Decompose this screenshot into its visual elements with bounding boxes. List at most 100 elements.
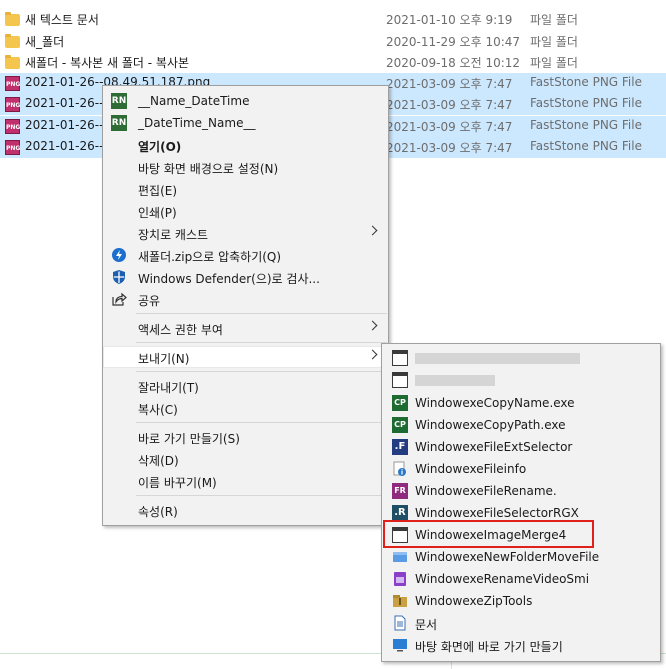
menu-item-rename[interactable]: 이름 바꾸기(M) [103,470,388,492]
menu-item-datetime-name[interactable]: RN _DateTime_Name__ [103,112,388,134]
file-row-folder-1[interactable]: 새 텍스트 문서 2021-01-10 오후 9:19 파일 폴더 [0,9,666,30]
file-row-folder-2[interactable]: 새_폴더 2020-11-29 오후 10:47 파일 폴더 [0,31,666,52]
menu-item-create-shortcut[interactable]: 바로 가기 만들기(S) [103,426,388,448]
file-info-icon [392,461,408,477]
file-name: 2021-01-26-- [25,118,104,132]
menu-item-label: 잘라내기(T) [138,381,199,395]
menu-item-label: 인쇄(P) [138,206,177,220]
folder-icon [5,55,20,69]
file-row-folder-3[interactable]: 새폴더 - 복사본 새 폴더 - 복사본 2020-09-18 오전 10:12… [0,52,666,73]
menu-item-label: 속성(R) [138,505,178,519]
window-icon [392,372,408,388]
menu-item-label: 새폴더.zip으로 압축하기(Q) [138,250,282,264]
file-type: FastStone PNG File [530,139,642,153]
rn-icon: RN [111,93,127,109]
send-to-submenu: CP WindowexeCopyName.exe CP WindowexeCop… [381,343,661,662]
file-type: 파일 폴더 [530,35,578,49]
send-to-item-documents[interactable]: 문서 [382,612,660,634]
menu-separator [136,495,387,496]
menu-item-label: 바로 가기 만들기(S) [138,432,240,446]
send-to-item-desktop-shortcut[interactable]: 바탕 화면에 바로 가기 만들기 [382,634,660,656]
file-selector-icon: .R [392,505,408,521]
send-to-item-label: WindowexeNewFolderMoveFile [415,550,600,564]
menu-item-grant-access[interactable]: 액세스 권한 부여 [103,317,388,339]
png-file-icon: PNG [5,140,20,155]
menu-item-label: 장치로 캐스트 [138,228,209,242]
rn-icon: RN [111,115,127,131]
file-type: 파일 폴더 [530,13,578,27]
menu-item-defender-scan[interactable]: Windows Defender(으)로 검사... [103,266,388,288]
menu-item-edit[interactable]: 편집(E) [103,178,388,200]
menu-item-send-to[interactable]: 보내기(N) [103,346,388,368]
menu-item-delete[interactable]: 삭제(D) [103,448,388,470]
menu-item-label: 공유 [138,294,161,308]
menu-item-label: 편집(E) [138,184,178,198]
file-date: 2021-01-10 오후 9:19 [386,13,513,27]
new-folder-icon [392,549,408,565]
defender-icon [111,269,127,285]
file-type: FastStone PNG File [530,75,642,89]
menu-item-label: 이름 바꾸기(M) [138,476,217,490]
send-to-item-label: WindowexeCopyPath.exe [415,418,566,432]
menu-item-cut[interactable]: 잘라내기(T) [103,375,388,397]
file-date: 2020-11-29 오후 10:47 [386,35,521,49]
menu-separator [136,313,387,314]
menu-item-print[interactable]: 인쇄(P) [103,200,388,222]
zip-icon [111,247,127,263]
file-name: 새 텍스트 문서 [25,13,99,27]
share-icon [111,291,127,307]
file-name: 2021-01-26-- [25,96,104,110]
file-date: 2021-03-09 오후 7:47 [386,98,513,112]
chevron-right-icon [367,349,378,360]
file-type: 파일 폴더 [530,56,578,70]
png-file-icon: PNG [5,119,20,134]
menu-item-label: __Name_DateTime [138,94,250,108]
file-type: FastStone PNG File [530,96,642,110]
highlight-annotation [383,520,594,548]
file-name: 새폴더 - 복사본 새 폴더 - 복사본 [25,56,190,70]
menu-item-properties[interactable]: 속성(R) [103,499,388,521]
menu-item-open[interactable]: 열기(O) [103,134,388,156]
send-to-item-renamevideosmi[interactable]: WindowexeRenameVideoSmi [382,568,660,590]
menu-item-label: 삭제(D) [138,454,179,468]
file-type: FastStone PNG File [530,118,642,132]
zip-tools-icon [392,593,408,609]
menu-item-set-wallpaper[interactable]: 바탕 화면 배경으로 설정(N) [103,156,388,178]
png-file-icon: PNG [5,76,20,91]
window-icon [392,350,408,366]
file-date: 2020-09-18 오전 10:12 [386,56,521,70]
copy-path-icon: CP [392,417,408,433]
send-to-item-ziptools[interactable]: WindowexeZipTools [382,590,660,612]
send-to-item-label: WindowexeZipTools [415,594,533,608]
send-to-item-fileinfo[interactable]: WindowexeFileinfo [382,458,660,480]
send-to-item-filerename[interactable]: FR WindowexeFileRename. [382,480,660,502]
menu-item-label: _DateTime_Name__ [138,116,256,130]
send-to-item-newfoldermovefile[interactable]: WindowexeNewFolderMoveFile [382,546,660,568]
file-date: 2021-03-09 오후 7:47 [386,120,513,134]
menu-item-label: 보내기(N) [138,352,190,366]
send-to-item-copyname[interactable]: CP WindowexeCopyName.exe [382,392,660,414]
send-to-item-fileextselector[interactable]: .F WindowexeFileExtSelector [382,436,660,458]
send-to-item-label: WindowexeFileSelectorRGX [415,506,579,520]
send-to-item-copypath[interactable]: CP WindowexeCopyPath.exe [382,414,660,436]
menu-item-name-datetime[interactable]: RN __Name_DateTime [103,90,388,112]
folder-icon [5,12,20,26]
menu-item-cast-to-device[interactable]: 장치로 캐스트 [103,222,388,244]
file-rename-icon: FR [392,483,408,499]
blurred-label [415,375,495,386]
menu-separator [136,422,387,423]
file-date: 2021-03-09 오후 7:47 [386,77,513,91]
menu-separator [136,371,387,372]
chevron-right-icon [367,320,378,331]
menu-item-copy[interactable]: 복사(C) [103,397,388,419]
document-icon [392,615,408,631]
menu-item-zip[interactable]: 새폴더.zip으로 압축하기(Q) [103,244,388,266]
menu-item-label: Windows Defender(으)로 검사... [138,272,320,286]
send-to-item-blurred-2[interactable] [382,369,660,391]
menu-item-share[interactable]: 공유 [103,288,388,310]
send-to-item-blurred-1[interactable] [382,347,660,369]
video-icon [392,571,408,587]
copy-name-icon: CP [392,395,408,411]
chevron-right-icon [367,225,378,236]
menu-item-label: 바탕 화면 배경으로 설정(N) [138,162,279,176]
